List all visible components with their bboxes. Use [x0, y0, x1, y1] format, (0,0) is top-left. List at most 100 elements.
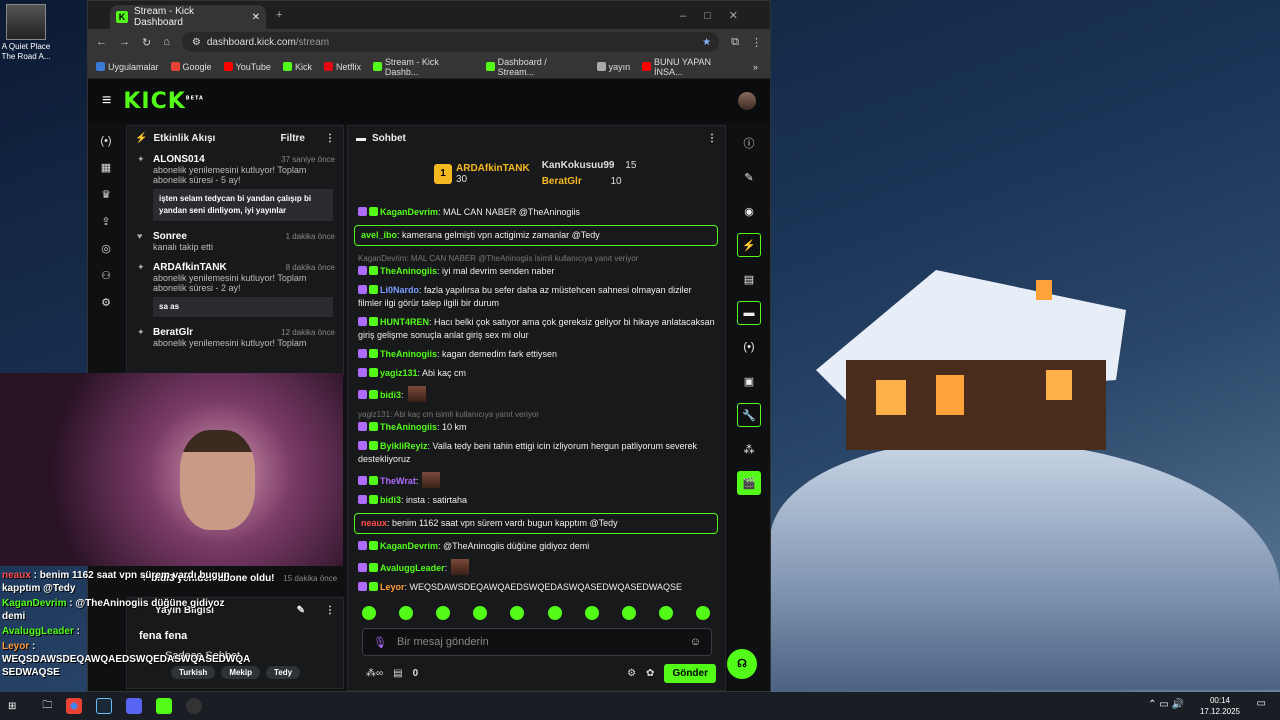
trophy-icon[interactable]: ♛: [101, 188, 111, 201]
user-avatar[interactable]: [738, 92, 756, 110]
desktop-shortcut[interactable]: A Quiet Place The Road A...: [0, 4, 52, 62]
emoji-icon[interactable]: ☺: [690, 636, 701, 648]
forward-icon[interactable]: →: [119, 36, 130, 48]
support-headset-icon[interactable]: ☊: [727, 649, 757, 679]
tag-pill[interactable]: Tedy: [265, 666, 301, 679]
chat-username[interactable]: AvaluggLeader: [380, 563, 445, 573]
browser-tab[interactable]: K Stream - Kick Dashboard ✕: [110, 5, 266, 29]
window-controls-icon[interactable]: –□✕: [680, 9, 756, 22]
bookmark-item[interactable]: BUNU YAPAN İNSA...: [642, 57, 741, 77]
activity-more-icon[interactable]: ⋮: [325, 133, 335, 144]
obs-icon[interactable]: [186, 698, 203, 714]
chat-username[interactable]: KaganDevrim: [380, 541, 438, 551]
edit-icon[interactable]: ✎: [737, 165, 761, 189]
discord-icon[interactable]: [126, 698, 143, 714]
edit-pencil-icon[interactable]: ✎: [297, 605, 305, 616]
emote-1-icon[interactable]: [362, 606, 376, 620]
emote-5-icon[interactable]: [510, 606, 525, 620]
taskbar-clock[interactable]: 00:14 17.12.2025: [1200, 695, 1240, 717]
chat-settings-icon[interactable]: ⚙: [627, 668, 636, 679]
chat-username[interactable]: bidi3: [380, 495, 401, 505]
bookmark-item[interactable]: YouTube: [223, 62, 271, 72]
send-button[interactable]: Gönder: [664, 664, 716, 683]
kick-logo[interactable]: KICKBETA: [123, 89, 204, 114]
emote-3-icon[interactable]: [436, 606, 451, 620]
chat-username[interactable]: TheAninogiis: [380, 349, 437, 359]
info-more-icon[interactable]: ⋮: [325, 605, 335, 616]
badge-icon: [358, 563, 367, 572]
mic-icon[interactable]: 🎙: [373, 636, 387, 649]
bookmark-star-icon[interactable]: ★: [702, 37, 711, 48]
badge-icon: [358, 495, 367, 504]
chat-more-icon[interactable]: ⋮: [707, 133, 717, 144]
info-icon[interactable]: ⓘ: [737, 131, 761, 155]
reload-icon[interactable]: ↻: [142, 36, 151, 49]
site-info-icon[interactable]: ⚙: [192, 37, 201, 48]
bookmark-item[interactable]: Dashboard / Stream...: [485, 57, 585, 77]
chat-username[interactable]: bidi3: [380, 390, 401, 400]
share-icon[interactable]: ⁂: [737, 437, 761, 461]
upload-icon[interactable]: ⇪: [101, 215, 110, 228]
chat-username[interactable]: yagiz131: [380, 368, 418, 378]
chat-username[interactable]: avel_ibo: [361, 230, 397, 240]
chat-username[interactable]: KaganDevrim: [380, 207, 438, 217]
dashboard-icon[interactable]: ▦: [101, 161, 111, 174]
filter-button[interactable]: Filtre: [281, 133, 305, 144]
users-icon[interactable]: ⚇: [101, 269, 111, 282]
chat-toggle-icon[interactable]: ▬: [737, 301, 761, 325]
chat-text: : Abi kaç cm: [417, 368, 467, 378]
bookmark-item[interactable]: Netflix: [323, 62, 361, 72]
kick-app-icon[interactable]: [156, 698, 173, 714]
signal-icon[interactable]: (•): [737, 335, 761, 359]
bookmark-item[interactable]: yayın: [596, 62, 630, 72]
close-tab-icon[interactable]: ✕: [252, 12, 260, 23]
hamburger-menu-icon[interactable]: ≡: [102, 92, 111, 110]
chat-message: yagiz131: Abi kaç cm: [358, 367, 718, 380]
chat-username[interactable]: HUNT4REN: [380, 317, 429, 327]
chat-input[interactable]: 🎙 Bir mesaj gönderin ☺: [362, 628, 712, 656]
emote-10-icon[interactable]: [695, 606, 710, 620]
clapper-icon[interactable]: 🎬: [737, 471, 761, 495]
quick-action-icon[interactable]: ⚡: [737, 233, 761, 257]
emote-9-icon[interactable]: [658, 606, 673, 620]
emote-6-icon[interactable]: [547, 606, 562, 620]
capture-icon[interactable]: ◉: [737, 199, 761, 223]
wrench-icon[interactable]: 🔧: [737, 403, 761, 427]
print-icon[interactable]: ▣: [737, 369, 761, 393]
chat-username[interactable]: TheWrat: [380, 476, 416, 486]
steam-icon[interactable]: [96, 698, 113, 714]
back-icon[interactable]: ←: [96, 36, 107, 48]
emote-7-icon[interactable]: [584, 606, 599, 620]
chat-username[interactable]: TheAninogiis: [380, 422, 437, 432]
menu-dots-icon[interactable]: ⋮: [751, 36, 762, 49]
broadcast-icon[interactable]: (•): [100, 135, 111, 147]
points-icon[interactable]: ⁂∞: [366, 668, 383, 679]
store-icon[interactable]: ▤: [393, 668, 402, 679]
notes-icon[interactable]: ▤: [737, 267, 761, 291]
file-explorer-icon[interactable]: 🗀: [42, 698, 52, 715]
camera-icon[interactable]: ◎: [101, 242, 111, 255]
emote-4-icon[interactable]: [473, 606, 488, 620]
emote-2-icon[interactable]: [399, 606, 414, 620]
bookmark-item[interactable]: Uygulamalar: [96, 62, 159, 72]
notifications-icon[interactable]: ▭: [1257, 698, 1266, 709]
bookmark-item[interactable]: Google: [170, 62, 212, 72]
bookmarks-overflow-icon[interactable]: »: [753, 62, 758, 72]
chrome-icon[interactable]: [66, 698, 83, 714]
bookmark-item[interactable]: Kick: [282, 62, 312, 72]
chat-username[interactable]: ByikliReyiz: [380, 441, 428, 451]
settings-icon[interactable]: ⚙: [101, 296, 111, 309]
chat-username[interactable]: Leyor: [380, 582, 405, 592]
emote-8-icon[interactable]: [621, 606, 636, 620]
new-tab-icon[interactable]: +: [276, 9, 282, 21]
gift-icon[interactable]: ✿: [646, 668, 654, 679]
home-icon[interactable]: ⌂: [163, 36, 170, 48]
bookmark-item[interactable]: Stream - Kick Dashb...: [372, 57, 474, 77]
url-field[interactable]: ⚙ dashboard.kick.com/stream ★: [181, 32, 720, 52]
chat-username[interactable]: Li0Nardo: [380, 285, 419, 295]
tray-icons[interactable]: ⌃ ▭ 🔊: [1148, 699, 1184, 710]
chat-username[interactable]: neaux: [361, 518, 387, 528]
extensions-icon[interactable]: ⧉: [731, 36, 739, 49]
chat-username[interactable]: TheAninogiis: [380, 266, 437, 276]
start-icon[interactable]: ⊞: [8, 701, 16, 712]
